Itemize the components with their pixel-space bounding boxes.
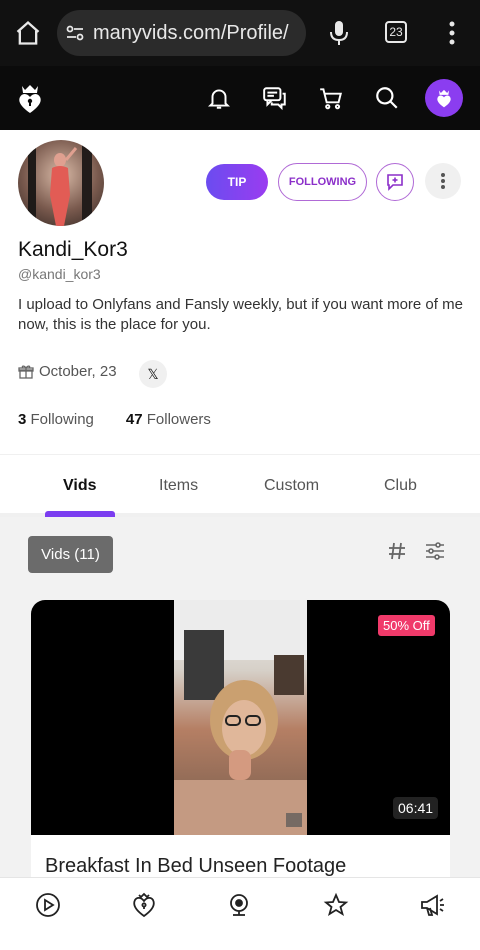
bottom-nav xyxy=(0,877,480,950)
avatar-icon xyxy=(437,89,451,108)
following-button[interactable]: FOLLOWING xyxy=(278,163,367,201)
profile-username: Kandi_Kor3 xyxy=(18,238,128,261)
url-bar[interactable]: manyvids.com/Profile/ xyxy=(57,10,306,56)
profile-stats: 3 Following 47 Followers xyxy=(18,411,211,428)
more-options-button[interactable] xyxy=(425,163,461,199)
play-icon[interactable] xyxy=(35,892,61,918)
duration-badge: 06:41 xyxy=(393,797,439,819)
site-header xyxy=(0,66,480,130)
filter-icon[interactable] xyxy=(424,541,446,561)
heart-lock-icon[interactable] xyxy=(131,892,157,918)
tip-button[interactable]: TIP xyxy=(206,164,268,200)
account-avatar-button[interactable] xyxy=(425,79,463,117)
microphone-icon[interactable] xyxy=(327,19,351,47)
profile-handle: @kandi_kor3 xyxy=(18,266,101,282)
star-icon[interactable] xyxy=(323,892,349,918)
followers-stat-label: Followers xyxy=(146,411,211,428)
video-card[interactable]: 50% Off 06:41 Breakfast In Bed Unseen Fo… xyxy=(31,600,450,877)
tab-vids[interactable]: Vids xyxy=(63,477,97,495)
following-count: 3 xyxy=(18,411,27,428)
video-title[interactable]: Breakfast In Bed Unseen Footage xyxy=(45,855,346,877)
video-thumbnail[interactable]: 50% Off 06:41 xyxy=(31,600,450,835)
tab-club[interactable]: Club xyxy=(384,477,417,495)
logo-icon[interactable] xyxy=(16,82,44,114)
profile-bio: I upload to Onlyfans and Fansly weekly, … xyxy=(18,296,463,333)
x-social-link[interactable]: 𝕏 xyxy=(139,360,167,388)
megaphone-icon[interactable] xyxy=(419,892,445,918)
following-stat[interactable]: 3 Following xyxy=(18,411,94,428)
search-icon[interactable] xyxy=(374,85,400,111)
joined-date: October, 23 xyxy=(18,363,117,380)
message-plus-icon xyxy=(387,174,403,191)
profile-section: TIP FOLLOWING Kandi_Kor3 @kandi_kor3 I u… xyxy=(0,130,480,454)
followers-count: 47 xyxy=(125,411,143,428)
hashtag-icon[interactable] xyxy=(387,541,407,561)
joined-date-text: October, 23 xyxy=(39,363,117,380)
vids-content: Vids (11) 50% Off 06:41 Breakfast In Bed… xyxy=(0,517,480,877)
webcam-icon[interactable] xyxy=(226,892,252,918)
gift-icon xyxy=(18,364,34,379)
profile-tabs: Vids Items Custom Club xyxy=(0,454,480,517)
tab-items[interactable]: Items xyxy=(159,477,198,495)
site-settings-icon[interactable] xyxy=(65,23,85,43)
url-text: manyvids.com/Profile/ xyxy=(93,21,289,44)
bell-icon[interactable] xyxy=(206,85,232,111)
following-stat-label: Following xyxy=(30,411,94,428)
discount-badge: 50% Off xyxy=(378,615,435,636)
browser-menu-icon[interactable] xyxy=(446,20,458,46)
tab-switcher-button[interactable]: 23 xyxy=(385,21,407,43)
kebab-icon xyxy=(441,173,445,189)
message-button[interactable] xyxy=(376,163,414,201)
home-icon[interactable] xyxy=(14,19,42,47)
tab-custom[interactable]: Custom xyxy=(264,477,319,495)
browser-bar: manyvids.com/Profile/ 23 xyxy=(0,0,480,66)
cart-icon[interactable] xyxy=(318,85,344,111)
followers-stat[interactable]: 47 Followers xyxy=(126,411,211,428)
vids-count-chip[interactable]: Vids (11) xyxy=(28,536,113,573)
profile-avatar[interactable] xyxy=(18,140,104,226)
x-logo-icon: 𝕏 xyxy=(147,365,159,382)
thumbnail-image xyxy=(174,600,307,835)
chat-icon[interactable] xyxy=(262,85,288,111)
